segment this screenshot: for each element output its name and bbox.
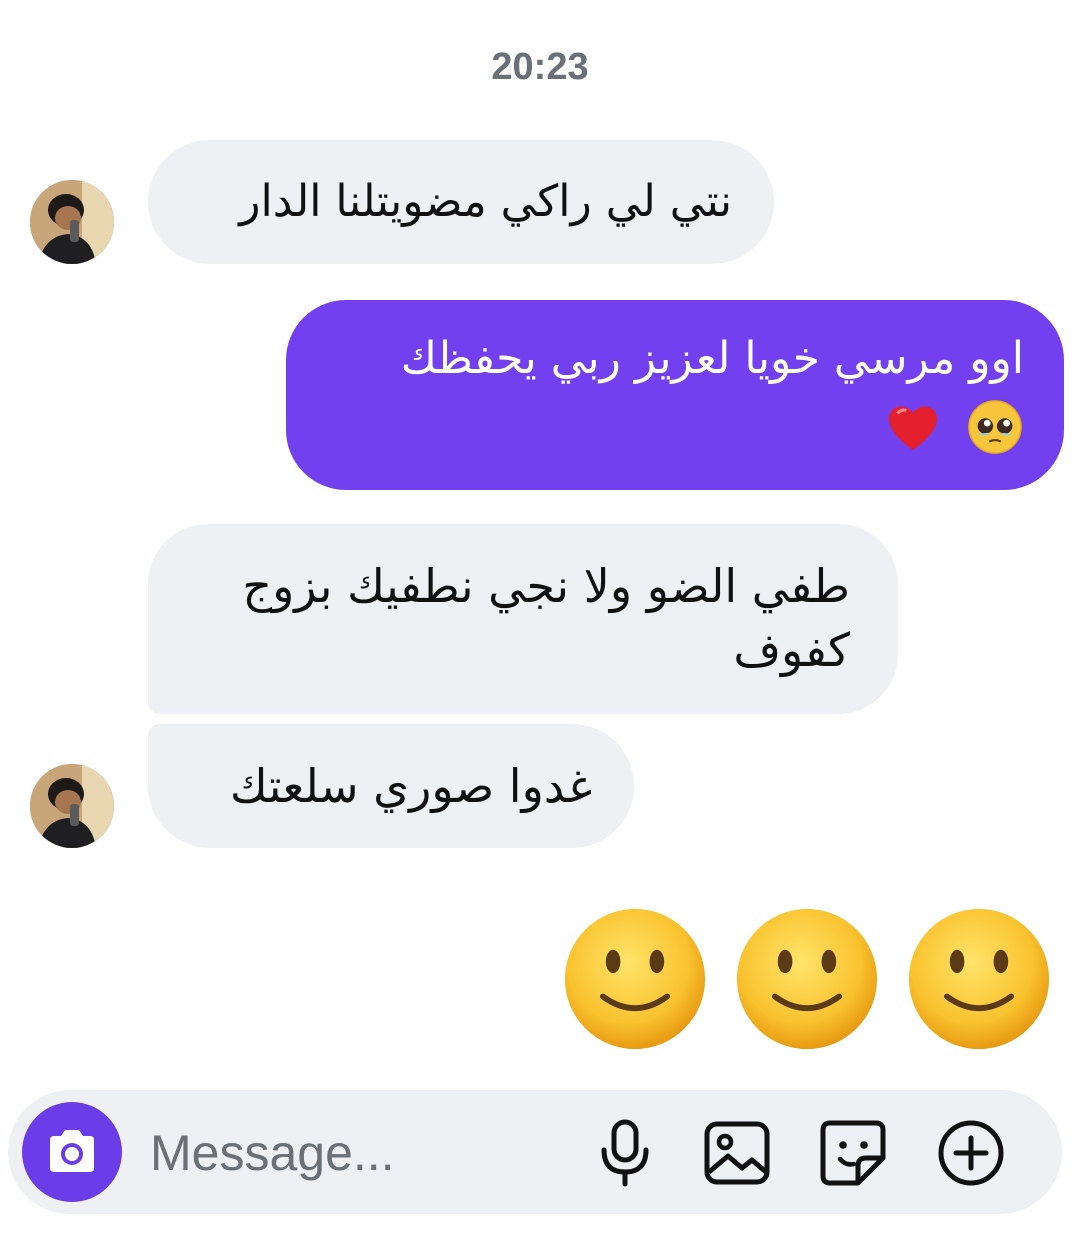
camera-icon [50,1130,94,1172]
camera-button[interactable] [22,1102,122,1202]
microphone-icon[interactable] [588,1116,662,1190]
chat-screen: 20:23 نتي لي راكي مضويتلنا الدار اوو مرس… [0,0,1080,1236]
emoji-message[interactable] [562,906,1052,1052]
message-bubble-incoming[interactable]: طفي الضو ولا نجي نطفيك بزوج كفوف [148,524,898,714]
message-bubble-incoming[interactable]: نتي لي راكي مضويتلنا الدار [148,140,774,264]
message-emoji-line [326,394,1024,456]
sticker-icon[interactable] [816,1116,890,1190]
message-bubble-outgoing[interactable]: اوو مرسي خويا لعزيز ربي يحفظك [286,300,1064,490]
message-composer [8,1090,1062,1214]
contact-avatar[interactable] [30,180,114,264]
message-text: اوو مرسي خويا لعزيز ربي يحفظك [400,333,1024,384]
message-text: نتي لي راكي مضويتلنا الدار [239,176,732,227]
message-text: طفي الضو ولا نجي نطفيك بزوج كفوف [242,559,850,677]
pleading-face-icon [968,400,1022,454]
image-icon[interactable] [700,1116,774,1190]
slightly-smiling-face-icon [736,908,878,1050]
message-bubble-incoming[interactable]: غدوا صوري سلعتك [148,724,634,848]
slightly-smiling-face-icon [908,908,1050,1050]
message-text: غدوا صوري سلعتك [229,759,592,813]
message-timestamp: 20:23 [491,46,589,88]
red-heart-icon [889,406,937,451]
message-input[interactable] [148,1120,572,1186]
contact-avatar[interactable] [30,764,114,848]
slightly-smiling-face-icon [564,908,706,1050]
plus-circle-icon[interactable] [934,1116,1008,1190]
